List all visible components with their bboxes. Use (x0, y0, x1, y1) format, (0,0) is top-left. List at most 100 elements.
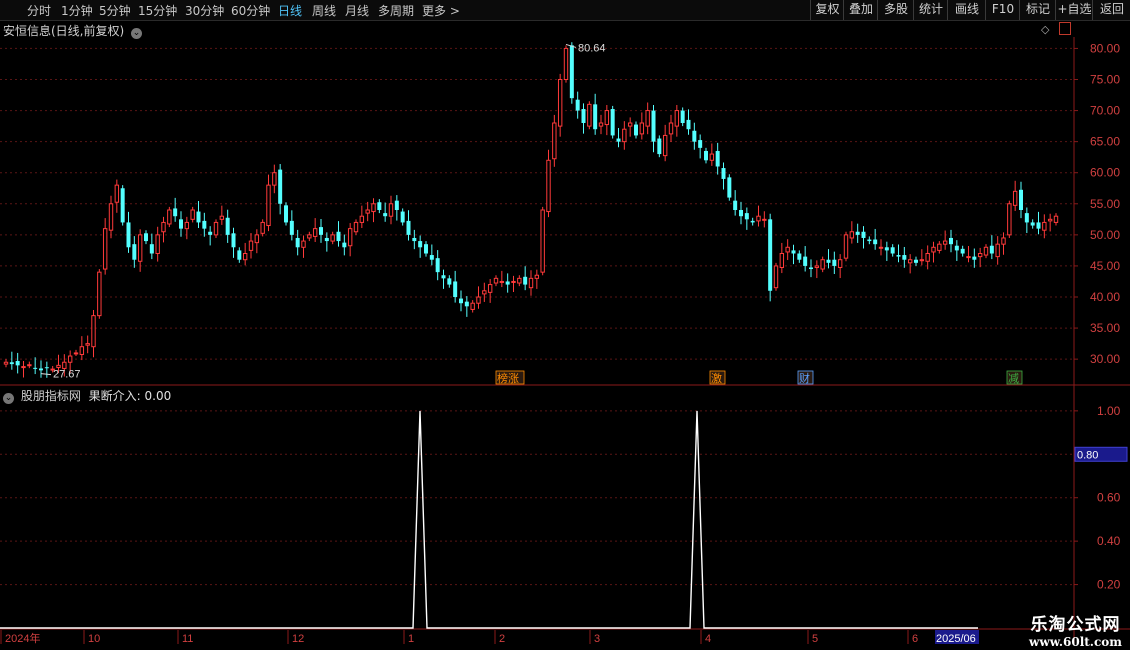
candle-body (196, 211, 201, 223)
y-tick-label: 30.00 (1090, 352, 1120, 366)
candle-body (826, 259, 831, 263)
candle-body (377, 202, 382, 210)
candle-body (365, 209, 370, 214)
candle-body (225, 217, 230, 235)
candle-body (581, 109, 586, 123)
low-price-label: 27.67 (53, 369, 81, 381)
chart-canvas[interactable]: 80.00 75.00 70.00 65.00 60.00 55.00 50.00 45.00… (0, 0, 1130, 650)
candle-body (977, 253, 983, 258)
candle-body (1024, 213, 1029, 223)
indicator-line (0, 410, 978, 629)
candle-body (622, 128, 627, 143)
candle-body (1042, 221, 1047, 231)
candle-body (1047, 218, 1053, 222)
candle-body (832, 259, 837, 266)
candle-body (989, 245, 994, 254)
candle-body (557, 79, 563, 127)
candle-body (476, 296, 481, 304)
date-label: 5 (812, 633, 818, 645)
candle-body (342, 242, 347, 248)
candle-body (756, 215, 761, 222)
candle-body (762, 218, 767, 221)
date-label: 3 (594, 633, 600, 645)
candle-body (721, 168, 726, 179)
y-tick-label: 0.60 (1097, 491, 1121, 505)
candle-body (820, 259, 825, 270)
candle-body (616, 138, 621, 142)
candle-body (587, 103, 592, 127)
candle-body (797, 253, 802, 260)
event-tag-label[interactable]: 减 (1008, 372, 1019, 385)
candle-body (394, 200, 399, 210)
candle-body (330, 234, 335, 242)
candle-body (39, 368, 43, 371)
candle-body (873, 239, 878, 245)
candle-body (219, 215, 225, 220)
date-label: 11 (182, 633, 193, 645)
low-pointer (40, 373, 52, 376)
candle-body (319, 227, 323, 235)
event-tag-label[interactable]: 榜涨 (497, 371, 519, 385)
candle-body (803, 256, 808, 266)
candle-body (843, 234, 849, 259)
candle-body (435, 258, 440, 273)
candle-body (546, 159, 551, 213)
candle-body (511, 280, 516, 283)
candle-body (779, 253, 785, 268)
date-label: 2 (499, 633, 505, 645)
candle-body (487, 284, 493, 293)
candle-body (190, 209, 195, 220)
candle-body (575, 99, 580, 111)
candle-body (773, 265, 779, 289)
candle-body (388, 203, 394, 217)
event-tag-label[interactable]: 财 (799, 371, 810, 385)
candle-body (248, 240, 254, 251)
candle-body (867, 239, 872, 242)
candle-body (627, 122, 633, 127)
candle-body (184, 221, 190, 230)
candle-body (213, 221, 219, 236)
candle-body (925, 253, 930, 262)
candle-body (517, 277, 522, 284)
candle-body (634, 124, 638, 136)
candle-body (704, 150, 708, 161)
candle-body (371, 203, 376, 213)
candle-body (692, 130, 697, 142)
candle-body (552, 122, 557, 160)
cursor-value-label: 0.80 (1077, 449, 1098, 461)
candle-body (785, 246, 790, 253)
candle-body (173, 208, 178, 217)
candle-body (412, 237, 417, 242)
event-tag-label[interactable]: 激 (711, 371, 722, 385)
candle-body (662, 134, 668, 157)
candle-body (231, 233, 236, 248)
candle-body (645, 110, 650, 127)
candle-body (739, 210, 743, 217)
candle-body (523, 276, 528, 285)
candle-body (966, 256, 971, 259)
candle-body (33, 367, 38, 369)
candle-body (528, 277, 534, 289)
candle-body (972, 256, 977, 260)
date-label: 12 (292, 633, 304, 645)
candle-body (114, 184, 120, 203)
candle-body (849, 231, 855, 239)
watermark: 乐淘公式网 www.60lt.com (1029, 610, 1122, 649)
candle-body (499, 280, 505, 283)
candle-body (698, 140, 703, 148)
candle-body (108, 203, 114, 231)
candle-body (120, 188, 125, 223)
candle-body (861, 231, 866, 238)
candle-body (260, 221, 265, 234)
candle-body (1036, 222, 1041, 229)
candle-body (353, 221, 359, 233)
candle-body (914, 259, 918, 263)
candle-body (359, 215, 365, 223)
candle-body (814, 265, 820, 268)
candle-body (97, 271, 102, 317)
candle-body (102, 228, 108, 270)
candle-body (459, 298, 463, 304)
candle-body (126, 222, 131, 248)
candle-body (674, 110, 680, 127)
y-tick-label: 65.00 (1090, 135, 1120, 149)
